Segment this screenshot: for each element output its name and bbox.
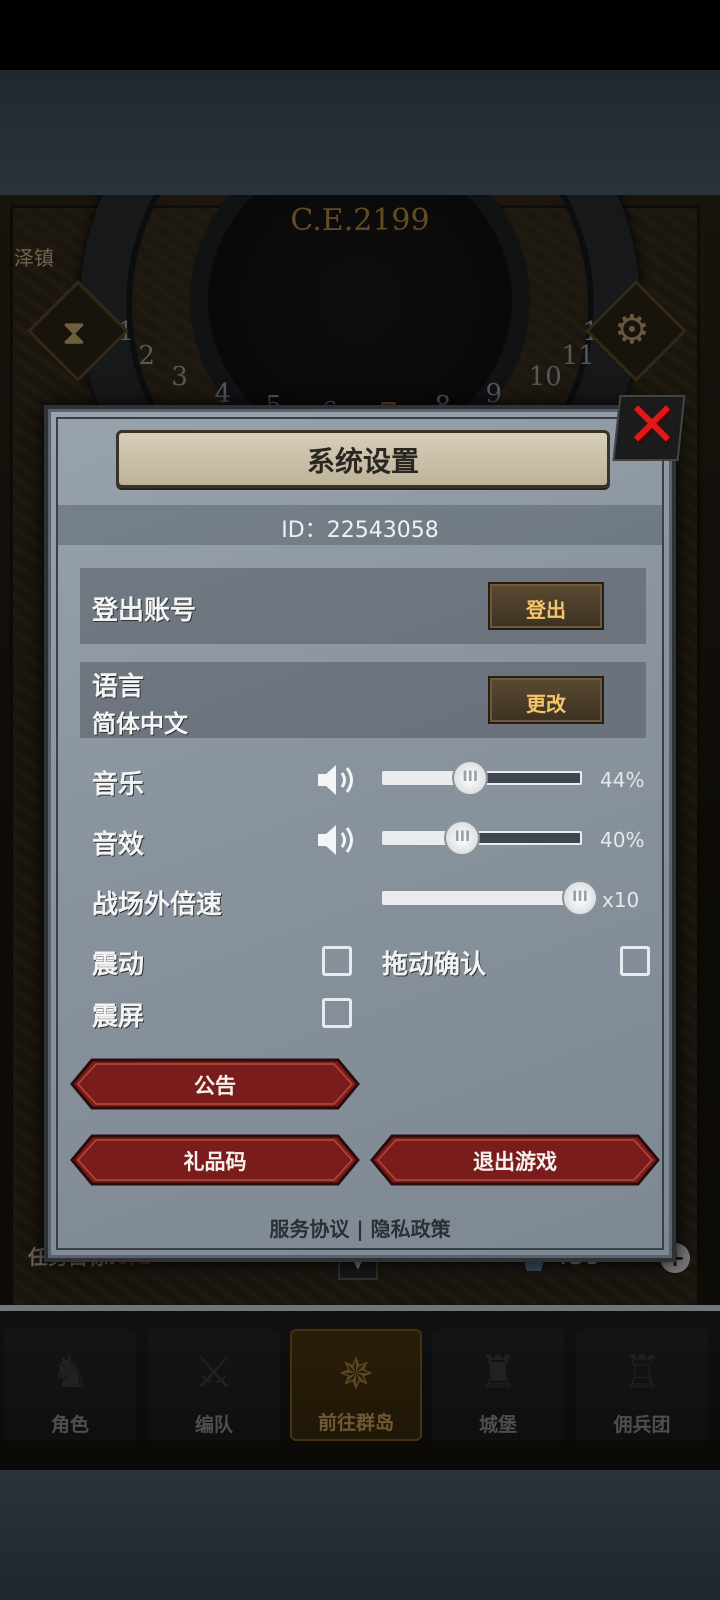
letterbox-top — [0, 0, 720, 70]
screen-shake-label: 震屏 — [92, 1002, 145, 1032]
player-id: ID：22543058 — [281, 518, 439, 543]
music-slider-knob[interactable]: III — [452, 760, 489, 796]
dialog-title: 系统设置 — [306, 445, 419, 478]
gift-code-button-label: 礼品码 — [183, 1150, 247, 1174]
notice-button[interactable]: 公告 — [70, 1058, 360, 1110]
music-label: 音乐 — [92, 770, 145, 800]
footer-links: 服务协议 | 隐私政策 — [44, 1213, 676, 1242]
language-label: 语言 — [92, 672, 145, 702]
speaker-icon[interactable] — [316, 760, 360, 800]
terms-link[interactable]: 服务协议 — [269, 1213, 349, 1242]
sfx-slider[interactable]: III — [382, 820, 582, 856]
close-icon[interactable]: ✕ — [622, 392, 682, 458]
speed-slider[interactable]: III — [382, 880, 598, 916]
drag-confirm-checkbox[interactable] — [620, 946, 650, 976]
privacy-link[interactable]: 隐私政策 — [371, 1213, 451, 1242]
screen-shake-checkbox[interactable] — [322, 998, 352, 1028]
top-band — [0, 70, 720, 195]
logout-label: 登出账号 — [92, 596, 197, 626]
drag-confirm-label: 拖动确认 — [382, 950, 487, 980]
vibration-checkbox[interactable] — [322, 946, 352, 976]
speed-label: 战场外倍速 — [92, 890, 223, 920]
bottom-band — [0, 1470, 720, 1600]
music-slider[interactable]: III — [382, 760, 582, 796]
logout-button-label: 登出 — [526, 598, 566, 622]
language-value: 简体中文 — [92, 710, 188, 738]
gift-code-button[interactable]: 礼品码 — [70, 1134, 360, 1186]
notice-button-label: 公告 — [194, 1074, 236, 1098]
quit-game-button-label: 退出游戏 — [473, 1150, 557, 1174]
sfx-value: 40% — [600, 828, 645, 852]
speed-slider-knob[interactable]: III — [562, 880, 598, 916]
link-separator: | — [356, 1217, 364, 1241]
change-language-button-label: 更改 — [526, 692, 566, 716]
speed-value: x10 — [602, 888, 640, 912]
music-value: 44% — [600, 768, 645, 792]
sfx-label: 音效 — [92, 830, 145, 860]
speaker-icon[interactable] — [316, 820, 360, 860]
quit-game-button[interactable]: 退出游戏 — [370, 1134, 660, 1186]
speed-slider-fill — [384, 893, 580, 903]
vibration-label: 震动 — [92, 950, 145, 980]
